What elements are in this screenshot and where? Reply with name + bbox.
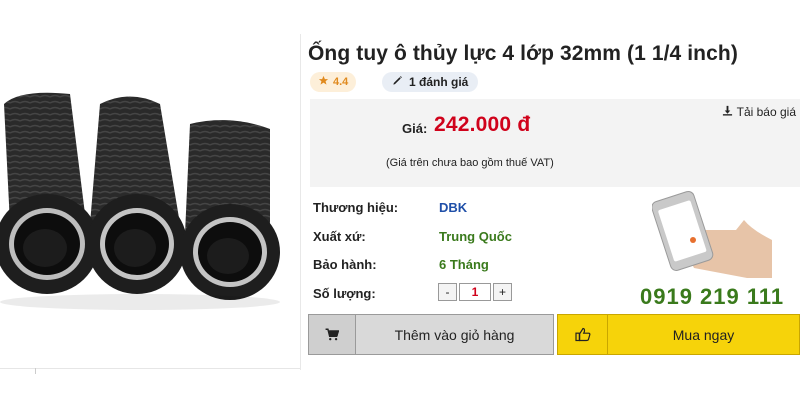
quantity-increase-button[interactable]: +	[493, 283, 512, 301]
warranty-value: 6 Tháng	[439, 257, 489, 272]
product-title: Ống tuy ô thủy lực 4 lớp 32mm (1 1/4 inc…	[308, 42, 738, 65]
thumbs-up-icon	[558, 315, 608, 354]
buy-now-button[interactable]: Mua ngay	[557, 314, 800, 355]
origin-label: Xuất xứ:	[313, 229, 366, 244]
quantity-input[interactable]: 1	[459, 283, 491, 301]
download-quote-link[interactable]: Tải báo giá	[722, 105, 796, 119]
quantity-decrease-button[interactable]: -	[438, 283, 457, 301]
product-page: Ống tuy ô thủy lực 4 lớp 32mm (1 1/4 inc…	[0, 0, 800, 400]
download-quote-label: Tải báo giá	[736, 105, 796, 119]
price-label: Giá:	[402, 121, 428, 136]
star-icon	[318, 75, 329, 89]
product-image	[0, 34, 300, 370]
price-value: 242.000 đ	[434, 113, 531, 136]
brand-label: Thương hiệu:	[313, 200, 399, 215]
rating-badge[interactable]: 4.4	[310, 72, 357, 92]
review-count-label: 1 đánh giá	[409, 75, 469, 89]
pencil-icon	[392, 75, 403, 89]
quantity-stepper: - 1 +	[438, 283, 512, 301]
add-to-cart-button[interactable]: Thêm vào giỏ hàng	[308, 314, 554, 355]
origin-value: Trung Quốc	[439, 229, 512, 244]
price-box: Tải báo giá Giá: 242.000 đ (Giá trên chư…	[310, 99, 800, 187]
hotline-number[interactable]: 0919 219 111	[640, 284, 784, 310]
column-divider	[300, 34, 301, 370]
smartphone-in-hand-illustration	[651, 190, 772, 280]
rating-value: 4.4	[333, 76, 349, 88]
vat-note: (Giá trên chưa bao gồm thuế VAT)	[386, 157, 554, 169]
quantity-label: Số lượng:	[313, 286, 376, 301]
brand-value[interactable]: DBK	[439, 200, 467, 215]
image-bottom-divider	[0, 368, 300, 369]
hydraulic-hoses-image	[0, 92, 280, 310]
download-icon	[722, 105, 733, 119]
buy-now-label: Mua ngay	[672, 326, 735, 343]
image-slider-tick	[35, 368, 36, 374]
cart-icon	[309, 315, 356, 354]
warranty-label: Bảo hành:	[313, 257, 377, 272]
review-count-badge[interactable]: 1 đánh giá	[382, 72, 479, 92]
add-to-cart-label: Thêm vào giỏ hàng	[394, 326, 515, 343]
